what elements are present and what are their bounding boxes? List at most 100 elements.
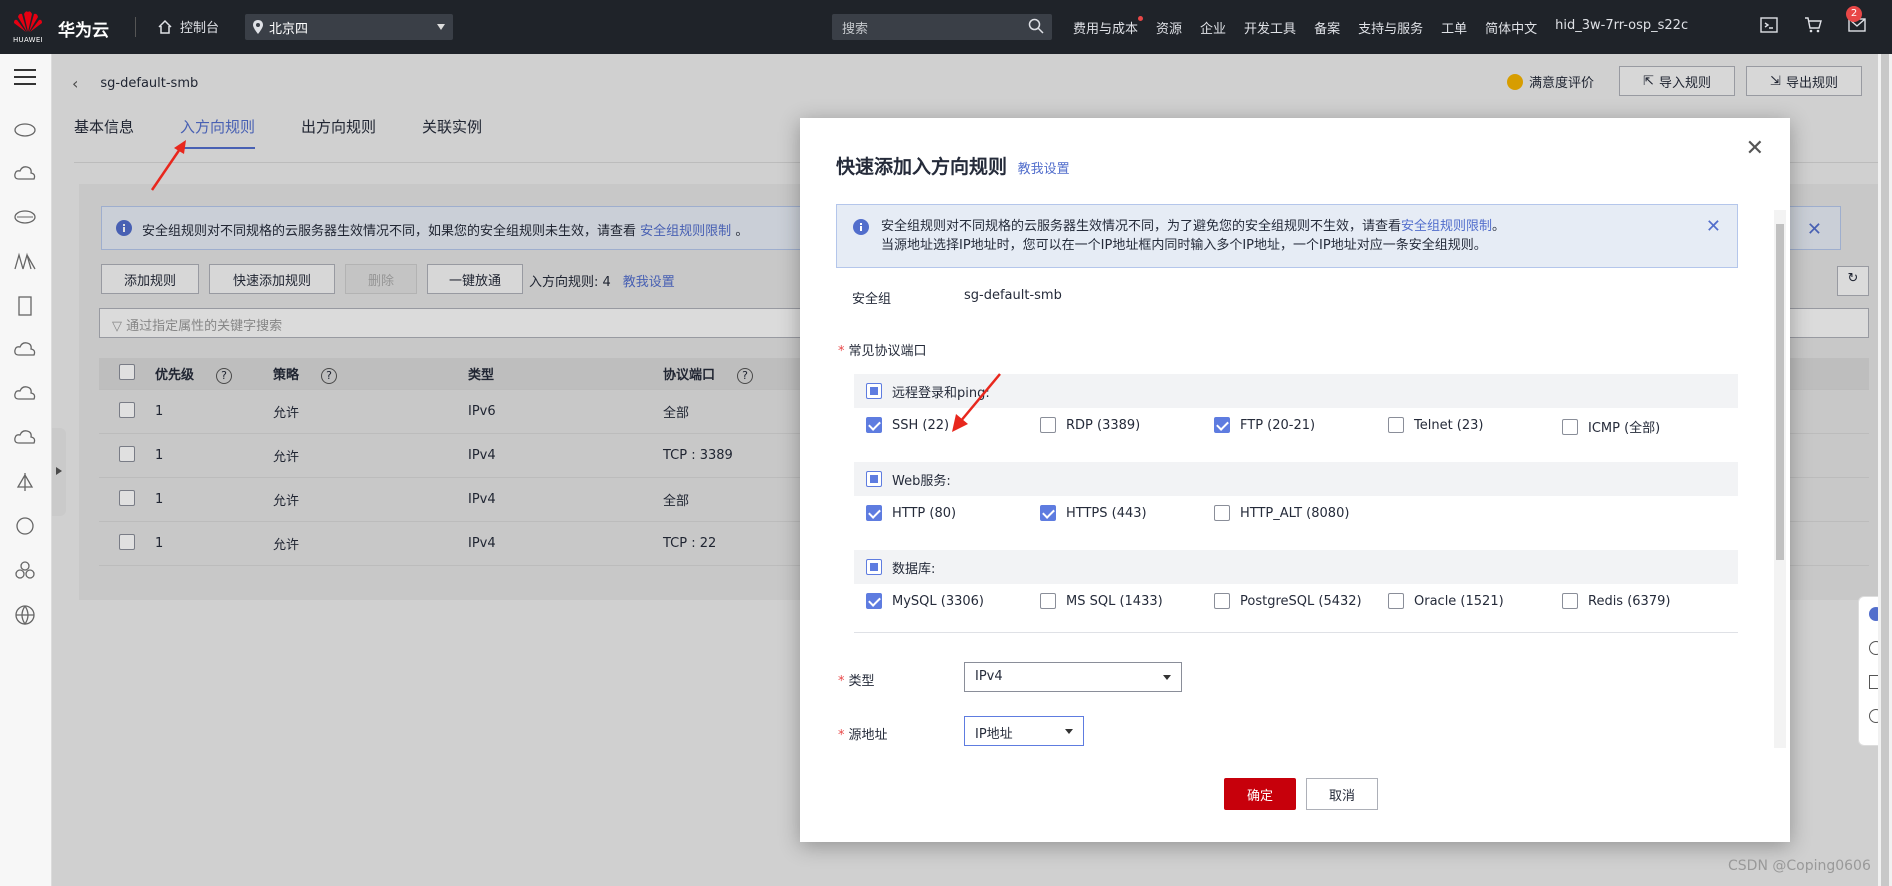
group-remote-login[interactable]: 远程登录和ping: <box>854 374 1738 408</box>
checkbox[interactable] <box>1562 418 1578 435</box>
search-placeholder: 搜索 <box>842 22 869 37</box>
sg-value: sg-default-smb <box>964 288 1062 303</box>
checkbox[interactable] <box>1214 593 1230 609</box>
source-select[interactable]: IP地址 <box>964 716 1084 746</box>
nav-devtools[interactable]: 开发工具 <box>1244 18 1296 37</box>
storage-icon[interactable] <box>14 296 36 316</box>
console-link[interactable]: 控制台 <box>157 17 219 36</box>
notice-line-2: 当源地址选择IP地址时，您可以在一个IP地址框内同时输入多个IP地址，一个IP地… <box>881 238 1487 253</box>
option-label: PostgreSQL (5432) <box>1240 593 1362 609</box>
left-sidebar <box>0 54 52 886</box>
nav-account[interactable]: hid_3w-7rr-osp_s22c <box>1555 18 1688 37</box>
dialog-title: 快速添加入方向规则 教我设置 <box>836 152 1070 179</box>
option-ssh[interactable]: SSH (22) <box>866 417 949 433</box>
confirm-button[interactable]: 确定 <box>1224 778 1296 810</box>
page-scroll-thumb[interactable] <box>1881 54 1889 886</box>
cloud-icon[interactable] <box>14 340 36 358</box>
sail-icon[interactable] <box>14 472 36 492</box>
option-telnet[interactable]: Telnet (23) <box>1388 417 1484 433</box>
checkbox[interactable] <box>866 505 882 521</box>
checkbox[interactable] <box>1040 417 1056 433</box>
search-icon[interactable] <box>1028 18 1044 34</box>
option-oracle[interactable]: Oracle (1521) <box>1388 593 1504 609</box>
option-mysql[interactable]: MySQL (3306) <box>866 593 984 609</box>
checkbox[interactable] <box>1562 593 1578 609</box>
cloud-sync-icon[interactable] <box>14 428 36 446</box>
watermark: CSDN @Coping0606 <box>1728 858 1871 874</box>
cloud-icon[interactable] <box>14 164 36 182</box>
nav-enterprise[interactable]: 企业 <box>1200 18 1226 37</box>
close-icon[interactable]: ✕ <box>1706 217 1721 236</box>
ip-icon[interactable] <box>14 516 36 536</box>
option-http-alt[interactable]: HTTP_ALT (8080) <box>1214 505 1349 521</box>
checkbox[interactable] <box>1040 593 1056 609</box>
checkbox[interactable] <box>866 593 882 609</box>
option-row: SSH (22) RDP (3389) FTP (20-21) Telnet (… <box>866 408 1736 442</box>
cancel-button[interactable]: 取消 <box>1306 778 1378 810</box>
group-title: 数据库: <box>892 561 936 577</box>
option-label: Telnet (23) <box>1414 417 1484 433</box>
dialog-title-text: 快速添加入方向规则 <box>836 156 1008 178</box>
type-value: IPv4 <box>975 669 1003 684</box>
nav-tickets[interactable]: 工单 <box>1441 18 1467 37</box>
group-checkbox[interactable] <box>866 559 882 575</box>
option-https[interactable]: HTTPS (443) <box>1040 505 1147 521</box>
option-mssql[interactable]: MS SQL (1433) <box>1040 593 1163 609</box>
option-label: Oracle (1521) <box>1414 593 1504 609</box>
option-ftp[interactable]: FTP (20-21) <box>1214 417 1315 433</box>
close-icon[interactable]: ✕ <box>1746 136 1764 161</box>
notice-link[interactable]: 安全组规则限制 <box>1401 219 1492 234</box>
cloud-server-icon[interactable] <box>14 120 36 138</box>
brand-name[interactable]: 华为云 <box>58 16 109 41</box>
option-label: Redis (6379) <box>1588 593 1671 609</box>
type-select[interactable]: IPv4 <box>964 662 1182 692</box>
option-http[interactable]: HTTP (80) <box>866 505 956 521</box>
group-title: 远程登录和ping: <box>892 385 990 401</box>
checkbox[interactable] <box>1214 417 1230 433</box>
sg-label: 安全组 <box>852 292 892 307</box>
group-checkbox[interactable] <box>866 471 882 487</box>
group-checkbox[interactable] <box>866 383 882 399</box>
quick-add-inbound-rule-dialog: 快速添加入方向规则 教我设置 ✕ 安全组规则对不同规格的云服务器生效情况不同，为… <box>800 118 1790 842</box>
cloud-backup-icon[interactable] <box>14 384 36 402</box>
cart-icon[interactable] <box>1804 16 1822 34</box>
menu-icon[interactable] <box>14 68 36 86</box>
bridge-icon[interactable] <box>14 252 36 270</box>
terminal-icon[interactable] <box>1760 16 1778 34</box>
group-databases[interactable]: 数据库: <box>854 550 1738 584</box>
checkbox[interactable] <box>1388 417 1404 433</box>
info-icon <box>853 219 869 241</box>
database-icon[interactable] <box>14 208 36 226</box>
location-pin-icon <box>253 20 263 34</box>
chevron-down-icon <box>437 24 445 30</box>
nav-resources[interactable]: 资源 <box>1156 18 1182 37</box>
nav-filing[interactable]: 备案 <box>1314 18 1340 37</box>
dialog-scrollbar[interactable] <box>1774 210 1786 748</box>
group-web-services[interactable]: Web服务: <box>854 462 1738 496</box>
huawei-logo[interactable]: HUAWEI <box>10 8 46 46</box>
nav-support[interactable]: 支持与服务 <box>1358 18 1423 37</box>
nav-language[interactable]: 简体中文 <box>1485 18 1537 37</box>
option-label: MS SQL (1433) <box>1066 593 1163 609</box>
globe-icon[interactable] <box>14 604 36 626</box>
home-icon <box>158 19 172 34</box>
cluster-icon[interactable] <box>14 560 36 580</box>
top-bar: HUAWEI 华为云 控制台 北京四 搜索 费用与成本 资源 企业 开发工具 备… <box>0 0 1892 54</box>
checkbox[interactable] <box>866 417 882 433</box>
checkbox[interactable] <box>1388 593 1404 609</box>
option-postgresql[interactable]: PostgreSQL (5432) <box>1214 593 1362 609</box>
checkbox[interactable] <box>1214 505 1230 521</box>
scroll-thumb[interactable] <box>1776 224 1784 560</box>
option-rdp[interactable]: RDP (3389) <box>1040 417 1140 433</box>
region-selector[interactable]: 北京四 <box>245 14 453 40</box>
option-icmp[interactable]: ICMP (全部) <box>1562 417 1660 436</box>
checkbox[interactable] <box>1040 505 1056 521</box>
search-input[interactable]: 搜索 <box>832 14 1052 40</box>
option-redis[interactable]: Redis (6379) <box>1562 593 1670 609</box>
page-scrollbar[interactable] <box>1878 54 1892 886</box>
nav-cost[interactable]: 费用与成本 <box>1073 16 1144 37</box>
dialog-help-link[interactable]: 教我设置 <box>1018 162 1070 177</box>
logo-text: HUAWEI <box>12 36 43 44</box>
dialog-body: 安全组规则对不同规格的云服务器生效情况不同，为了避免您的安全组规则不生效，请查看… <box>836 204 1766 746</box>
message-badge: 2 <box>1846 6 1862 22</box>
